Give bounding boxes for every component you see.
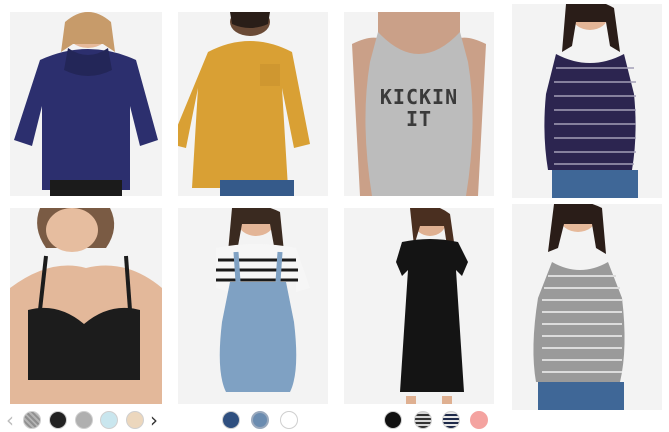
black-nursing-bra-image	[10, 208, 162, 404]
mustard-pocket-tee-image	[178, 12, 310, 196]
product-image-1[interactable]	[10, 12, 162, 196]
product-image-2[interactable]	[178, 12, 328, 196]
denim-shortalls-image	[216, 208, 310, 392]
chevron-right-icon: ›	[150, 408, 158, 432]
product-image-8[interactable]	[512, 204, 662, 410]
white-swatch[interactable]	[280, 411, 298, 429]
light-blue-swatch[interactable]	[100, 411, 118, 429]
navy-stripe-swatch[interactable]	[442, 411, 460, 429]
product-image-6[interactable]	[178, 208, 328, 404]
light-denim-swatch[interactable]	[251, 411, 269, 429]
tank-print-text: KICKIN IT	[379, 85, 459, 131]
coral-swatch[interactable]	[470, 411, 488, 429]
gray-striped-tank-image	[533, 204, 625, 410]
carousel-prev-button[interactable]: ‹	[6, 410, 14, 430]
product-image-5[interactable]	[10, 208, 162, 404]
cowl-neck-sweater-image	[14, 12, 158, 196]
black-tee-dress-image	[396, 208, 468, 404]
navy-swatch[interactable]	[222, 411, 240, 429]
beige-swatch[interactable]	[126, 411, 144, 429]
carousel-next-button[interactable]: ›	[150, 410, 158, 430]
black-stripe-swatch[interactable]	[414, 411, 432, 429]
black-swatch[interactable]	[384, 411, 402, 429]
black-swatch[interactable]	[49, 411, 67, 429]
product-image-4[interactable]	[512, 4, 662, 198]
heather-gray-swatch[interactable]	[23, 411, 41, 429]
striped-navy-tank-image	[544, 4, 638, 198]
gray-swatch[interactable]	[75, 411, 93, 429]
product-image-3[interactable]: KICKIN IT	[344, 12, 494, 196]
chevron-left-icon: ‹	[6, 408, 14, 432]
product-image-7[interactable]	[344, 208, 494, 404]
